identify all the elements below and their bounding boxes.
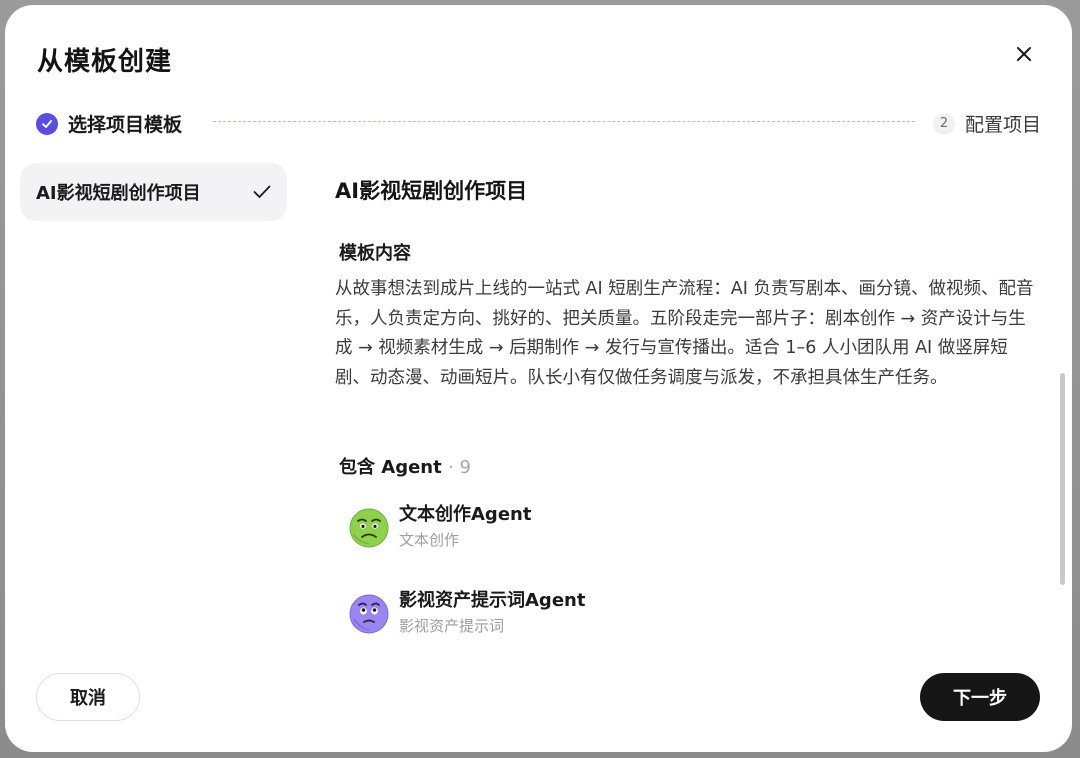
step-select-template: 选择项目模板 (36, 110, 182, 137)
template-detail-title: AI影视短剧创作项目 (335, 179, 528, 203)
agent-text: 文本创作Agent 文本创作 (399, 503, 531, 552)
cancel-button[interactable]: 取消 (36, 673, 140, 721)
check-circle-icon (36, 112, 58, 135)
agent-item[interactable]: 影视资产提示词Agent 影视资产提示词 (349, 589, 585, 638)
agent-name: 文本创作Agent (399, 504, 532, 525)
close-button[interactable] (1009, 39, 1039, 69)
template-item-ai-drama[interactable]: AI影视短剧创作项目 (20, 163, 287, 221)
agent-text: 影视资产提示词Agent 影视资产提示词 (399, 589, 585, 638)
template-description: 从故事想法到成片上线的一站式 AI 短剧生产流程：AI 负责写剧本、画分镜、做视… (335, 279, 1034, 388)
close-icon (1017, 47, 1031, 61)
step-configure-project: 2 配置项目 (933, 110, 1041, 137)
green-face-avatar-icon (349, 508, 389, 547)
step-connector (213, 121, 915, 122)
agents-heading-label: 包含 Agent (339, 457, 442, 478)
agent-subtitle: 文本创作 (399, 531, 460, 549)
content-scrollbar[interactable] (1060, 373, 1065, 585)
dialog-title: 从模板创建 (37, 47, 173, 77)
agent-name: 影视资产提示词Agent (399, 590, 586, 611)
step-label: 选择项目模板 (68, 114, 183, 136)
template-detail: AI影视短剧创作项目 模板内容 从故事想法到成片上线的一站式 AI 短剧生产流程… (335, 175, 1045, 635)
purple-face-avatar-icon (349, 594, 389, 633)
step-label: 配置项目 (965, 114, 1042, 136)
agent-subtitle: 影视资产提示词 (399, 617, 505, 635)
create-from-template-dialog: 从模板创建 选择项目模板 2 配置项目 AI影视短剧创作项目 AI影视短剧创作项… (5, 5, 1072, 752)
step-number: 2 (933, 112, 955, 135)
agents-heading: 包含 Agent · 9 (339, 453, 471, 479)
template-item-label: AI影视短剧创作项目 (36, 183, 201, 204)
checkmark-icon (253, 185, 271, 198)
agent-item[interactable]: 文本创作Agent 文本创作 (349, 503, 531, 552)
agents-count: · 9 (448, 457, 471, 478)
template-content-heading: 模板内容 (339, 243, 411, 264)
next-button[interactable]: 下一步 (920, 673, 1040, 721)
